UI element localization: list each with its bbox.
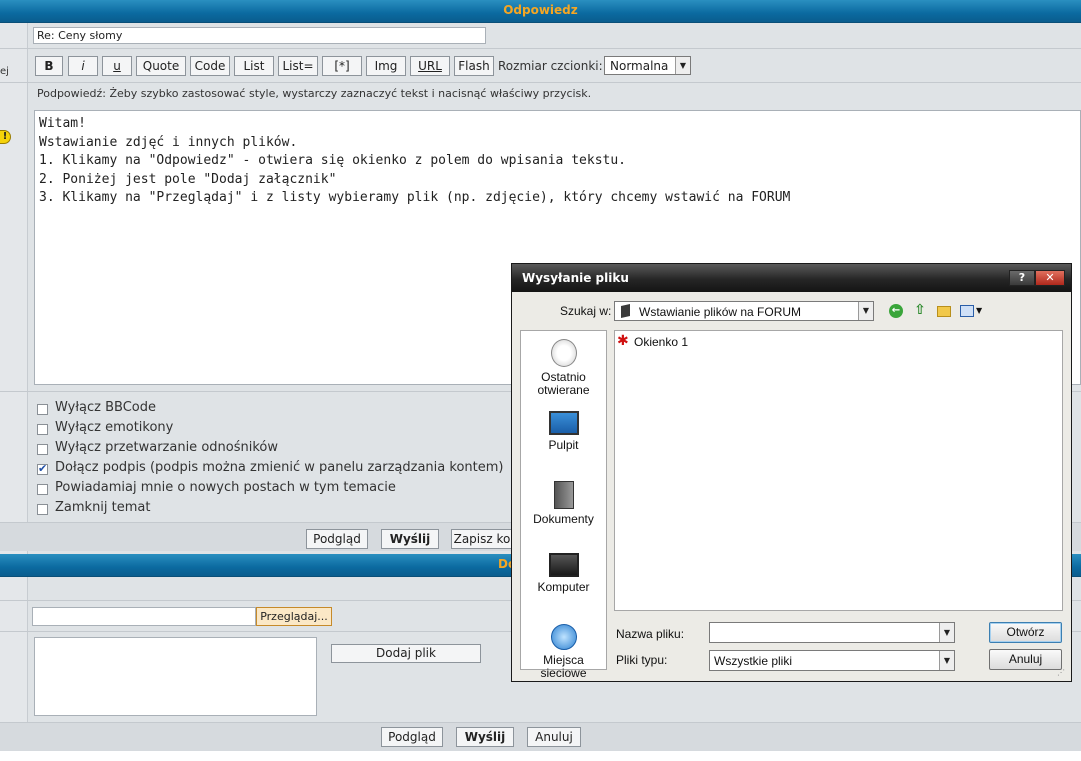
quote-button[interactable]: Quote bbox=[136, 56, 186, 76]
paint-splash-icon: ✱ bbox=[617, 333, 629, 349]
filetype-select[interactable]: Wszystkie pliki ▼ bbox=[709, 650, 955, 671]
browse-button[interactable]: Przeglądaj... bbox=[256, 607, 332, 626]
place-documents[interactable]: Dokumenty bbox=[521, 481, 606, 526]
places-sidebar: Ostatnio otwierane Pulpit Dokumenty Komp… bbox=[520, 330, 607, 680]
new-folder-icon[interactable] bbox=[937, 306, 951, 317]
add-file-button[interactable]: Dodaj plik bbox=[331, 644, 481, 663]
look-in-select[interactable]: Wstawianie plików na FORUM ▼ bbox=[614, 301, 874, 321]
option-label: Powiadamiaj mnie o nowych postach w tym … bbox=[55, 480, 396, 495]
computer-icon bbox=[548, 553, 579, 577]
file-upload-dialog: Wysyłanie pliku ? ✕ Szukaj w: Wstawianie… bbox=[511, 263, 1072, 682]
ordered-list-button[interactable]: List= bbox=[278, 56, 318, 76]
row-divider bbox=[0, 48, 1081, 49]
option-label: Zamknij temat bbox=[55, 500, 151, 515]
row-divider bbox=[0, 82, 1081, 83]
resize-grip-icon[interactable]: ⋰ bbox=[1057, 668, 1065, 677]
filename-label: Nazwa pliku: bbox=[616, 627, 685, 641]
option-checkbox[interactable] bbox=[37, 424, 48, 435]
message-line: 3. Klikamy na "Przeglądaj" i z listy wyb… bbox=[39, 190, 791, 205]
message-line: 1. Klikamy na "Odpowiedz" - otwiera się … bbox=[39, 153, 626, 168]
look-in-label: Szukaj w: bbox=[560, 304, 612, 318]
option-checkbox-checked[interactable] bbox=[37, 462, 48, 475]
option-label: Wyłącz przetwarzanie odnośników bbox=[55, 440, 278, 455]
chevron-down-icon: ▼ bbox=[858, 302, 873, 320]
preview-button[interactable]: Podgląd bbox=[306, 529, 368, 549]
reply-header: Odpowiedz bbox=[0, 0, 1081, 23]
file-comment-textarea[interactable] bbox=[34, 637, 317, 716]
message-line: Witam! bbox=[39, 116, 86, 131]
file-item[interactable]: Okienko 1 bbox=[634, 335, 688, 349]
chevron-down-icon: ▼ bbox=[675, 57, 690, 74]
message-line: Wstawianie zdjęć i innych plików. bbox=[39, 134, 298, 150]
bold-button[interactable]: B bbox=[35, 56, 63, 76]
desktop-icon bbox=[548, 411, 579, 435]
font-size-select[interactable]: Normalna ▼ bbox=[604, 56, 691, 75]
option-label: Wyłącz BBCode bbox=[55, 400, 156, 415]
hint-text: Podpowiedź: Żeby szybko zastosować style… bbox=[37, 87, 592, 100]
option-checkbox[interactable] bbox=[37, 484, 48, 495]
place-computer[interactable]: Komputer bbox=[521, 553, 606, 594]
list-button[interactable]: List bbox=[234, 56, 274, 76]
flash-button[interactable]: Flash bbox=[454, 56, 494, 76]
font-size-label: Rozmiar czcionki: bbox=[498, 59, 603, 73]
left-label-fragment: ej bbox=[0, 66, 9, 77]
code-button[interactable]: Code bbox=[190, 56, 230, 76]
back-icon[interactable]: ← bbox=[889, 304, 903, 318]
subject-input[interactable]: Re: Ceny słomy bbox=[33, 27, 486, 44]
chevron-down-icon[interactable]: ▼ bbox=[939, 623, 954, 642]
bottom-preview-button[interactable]: Podgląd bbox=[381, 727, 443, 747]
close-button[interactable]: ✕ bbox=[1035, 270, 1065, 286]
send-button[interactable]: Wyślij bbox=[381, 529, 439, 549]
dialog-titlebar[interactable]: Wysyłanie pliku bbox=[512, 264, 1071, 292]
filetype-label: Pliki typu: bbox=[616, 653, 668, 667]
italic-button[interactable]: i bbox=[68, 56, 98, 76]
option-label: Dołącz podpis (podpis można zmienić w pa… bbox=[55, 460, 504, 475]
place-recent[interactable]: Ostatnio otwierane bbox=[521, 339, 606, 397]
file-list[interactable]: ✱ Okienko 1 bbox=[614, 330, 1063, 611]
view-menu-icon[interactable] bbox=[960, 305, 974, 317]
open-button[interactable]: Otwórz bbox=[989, 622, 1062, 643]
list-item-button[interactable]: [*] bbox=[322, 56, 362, 76]
message-line: 2. Poniżej jest pole "Dodaj załącznik" bbox=[39, 171, 337, 187]
underline-button[interactable]: u bbox=[102, 56, 132, 76]
recent-icon bbox=[550, 339, 577, 367]
chevron-down-icon[interactable]: ▼ bbox=[976, 306, 982, 315]
chevron-down-icon: ▼ bbox=[939, 651, 954, 670]
save-draft-button[interactable]: Zapisz ko bbox=[451, 529, 513, 549]
up-folder-icon[interactable]: ⇧ bbox=[913, 303, 927, 318]
img-button[interactable]: Img bbox=[366, 56, 406, 76]
option-checkbox[interactable] bbox=[37, 504, 48, 515]
place-desktop[interactable]: Pulpit bbox=[521, 411, 606, 452]
documents-icon bbox=[553, 481, 574, 509]
page-bottom-gap bbox=[0, 751, 1081, 761]
dialog-cancel-button[interactable]: Anuluj bbox=[989, 649, 1062, 670]
bottom-cancel-button[interactable]: Anuluj bbox=[527, 727, 581, 747]
option-checkbox[interactable] bbox=[37, 444, 48, 455]
place-network[interactable]: Miejsca sieciowe bbox=[521, 624, 606, 680]
file-path-input[interactable] bbox=[32, 607, 256, 626]
help-button[interactable]: ? bbox=[1009, 270, 1035, 286]
folder-icon bbox=[621, 304, 630, 318]
url-button[interactable]: URL bbox=[410, 56, 450, 76]
filename-input[interactable]: ▼ bbox=[709, 622, 955, 643]
option-checkbox[interactable] bbox=[37, 404, 48, 415]
network-icon bbox=[550, 624, 577, 650]
option-label: Wyłącz emotikony bbox=[55, 420, 174, 435]
bottom-send-button[interactable]: Wyślij bbox=[456, 727, 514, 747]
